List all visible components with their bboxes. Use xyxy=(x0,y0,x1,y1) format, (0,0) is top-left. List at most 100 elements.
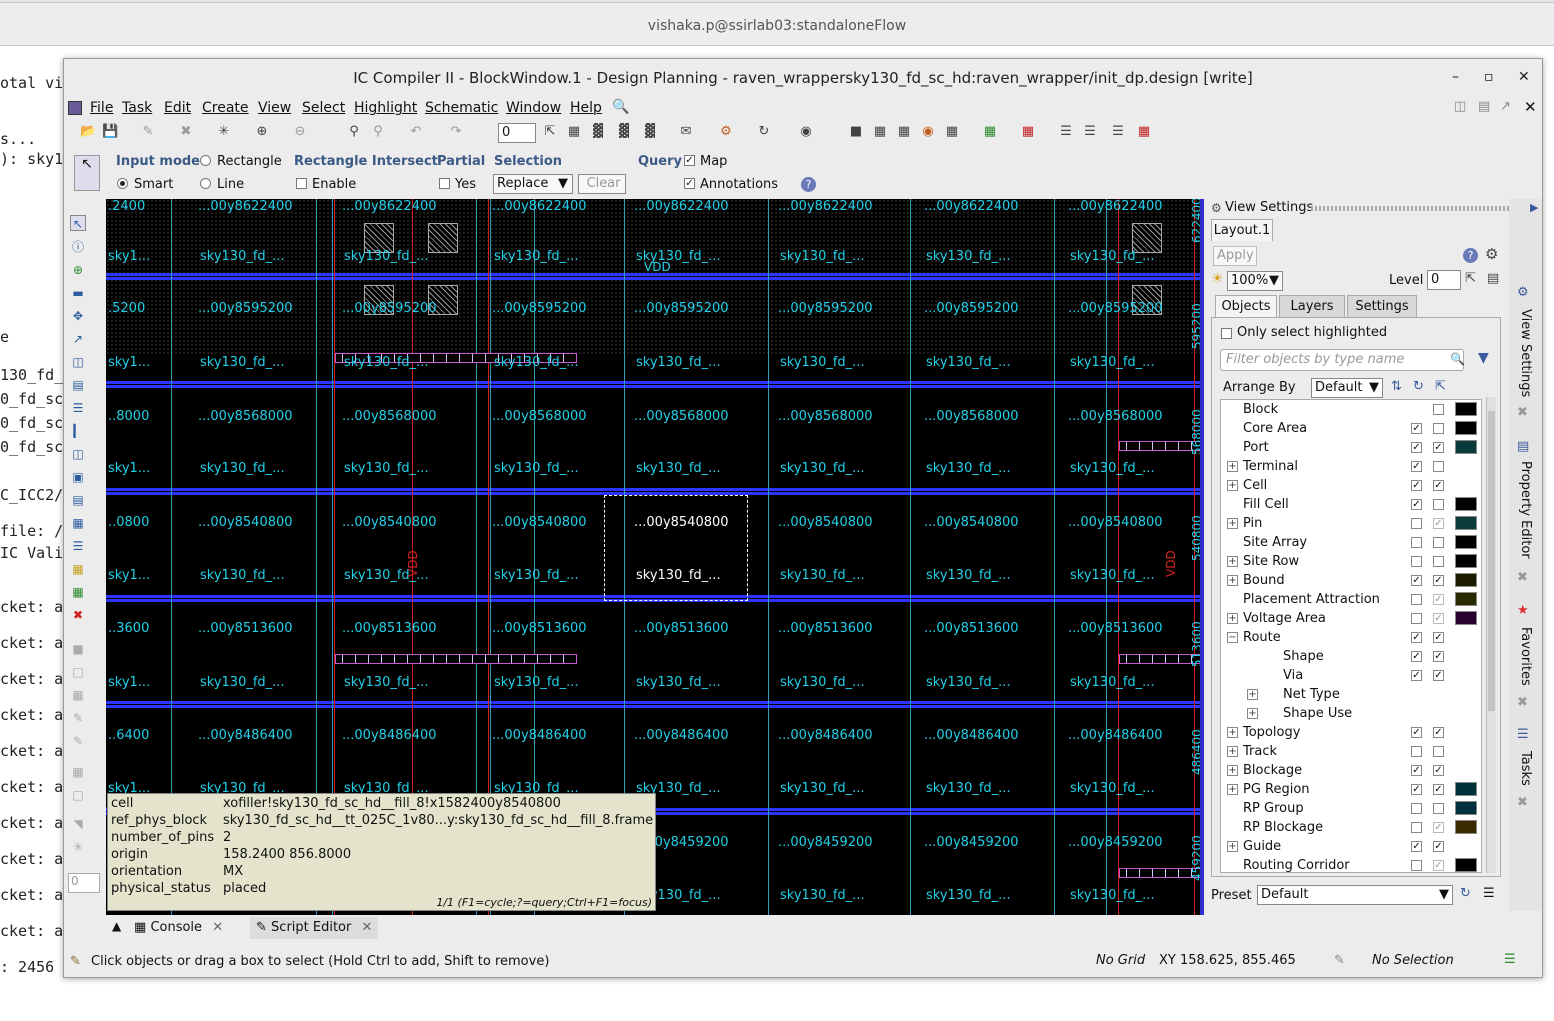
tab-layers[interactable]: Layers xyxy=(1279,295,1345,317)
camera-icon[interactable]: ◉ xyxy=(798,124,814,140)
object-type-row[interactable]: − Route ✓ ✓ xyxy=(1221,628,1481,647)
object-type-row[interactable]: + PG Region ✓ ✓ xyxy=(1221,780,1481,799)
expand-icon[interactable]: + xyxy=(1227,480,1238,491)
selectable-checkbox[interactable] xyxy=(1411,537,1422,548)
color-swatch[interactable] xyxy=(1455,801,1477,815)
color-swatch[interactable] xyxy=(1455,535,1477,549)
zoom-out-icon[interactable]: ⊖ xyxy=(292,124,308,140)
visible-checkbox[interactable]: ✓ xyxy=(1433,518,1444,529)
color-swatch[interactable] xyxy=(1455,858,1477,872)
align-middle-icon[interactable]: ▓ xyxy=(616,124,632,140)
mirror-icon[interactable]: ◫ xyxy=(70,354,86,370)
visible-checkbox[interactable] xyxy=(1433,461,1444,472)
side-tab-favorites[interactable]: Favorites xyxy=(1518,627,1533,686)
close-view-icon[interactable]: ✕ xyxy=(1524,98,1537,116)
list-icon[interactable]: ☰ xyxy=(1110,124,1126,140)
drc-icon[interactable]: ▦ xyxy=(1020,124,1036,140)
selectable-checkbox[interactable]: ✓ xyxy=(1411,727,1422,738)
color-swatch[interactable] xyxy=(1455,820,1477,834)
partial-yes-checkbox[interactable] xyxy=(439,178,450,189)
select-arrow-tool[interactable]: ↖ xyxy=(74,155,100,191)
rect-icon[interactable]: □ xyxy=(70,787,86,803)
minimize-button[interactable]: – xyxy=(1452,69,1459,85)
menu-highlight[interactable]: Highlight xyxy=(354,100,417,116)
panel-drag-handle[interactable] xyxy=(1311,206,1521,211)
gear-icon[interactable]: ⚙ xyxy=(1485,245,1498,263)
visible-checkbox[interactable]: ✓ xyxy=(1433,594,1444,605)
visible-checkbox[interactable]: ✓ xyxy=(1433,651,1444,662)
object-type-row[interactable]: + Pin ✓ xyxy=(1221,514,1481,533)
visible-checkbox[interactable]: ✓ xyxy=(1433,575,1444,586)
shape-icon[interactable]: ▦ xyxy=(70,764,86,780)
menu-edit[interactable]: Edit xyxy=(164,100,191,116)
close-script-icon[interactable]: ✕ xyxy=(362,920,373,935)
list-scrollbar[interactable] xyxy=(1486,397,1496,873)
save-icon[interactable]: 💾 xyxy=(102,124,118,140)
pattern-icon[interactable]: ▦ xyxy=(70,561,86,577)
select-tool-icon[interactable]: ⇱ xyxy=(542,124,558,140)
highlight-icon[interactable]: ✳ xyxy=(216,124,232,140)
scroll-up-icon[interactable]: ▲ xyxy=(112,919,121,933)
icv-icon[interactable]: ▦ xyxy=(1136,124,1152,140)
route-icon[interactable]: ↻ xyxy=(756,124,772,140)
menu-schematic[interactable]: Schematic xyxy=(425,100,498,116)
help-icon[interactable]: ? xyxy=(1463,248,1478,263)
sort-icon[interactable]: ⇅ xyxy=(1391,379,1402,394)
color-swatch[interactable] xyxy=(1455,421,1477,435)
brush-icon[interactable]: ✎ xyxy=(70,733,86,749)
selectable-checkbox[interactable]: ✓ xyxy=(1411,499,1422,510)
selection-dropdown[interactable]: Replace ▼ xyxy=(493,174,573,194)
preset-menu-icon[interactable]: ☰ xyxy=(1483,886,1495,901)
lock-icon[interactable]: ■ xyxy=(70,641,86,657)
visible-checkbox[interactable]: ✓ xyxy=(1433,632,1444,643)
selectable-checkbox[interactable]: ✓ xyxy=(1411,423,1422,434)
close-favorites-icon[interactable]: ✖ xyxy=(1517,695,1528,710)
ruler-icon[interactable]: ▬ xyxy=(70,285,86,301)
expand-icon[interactable]: + xyxy=(1227,727,1238,738)
color-swatch[interactable] xyxy=(1455,497,1477,511)
object-type-row[interactable]: Via ✓ ✓ xyxy=(1221,666,1481,685)
level-spinbox[interactable]: 0 xyxy=(498,123,536,143)
pencil-icon[interactable]: ✎ xyxy=(140,124,156,140)
object-type-row[interactable]: + Track xyxy=(1221,742,1481,761)
search-icon[interactable]: 🔍 xyxy=(612,99,629,115)
visible-checkbox[interactable]: ✓ xyxy=(1433,784,1444,795)
rectangle-radio[interactable] xyxy=(200,155,211,166)
select-pointer-icon[interactable]: ↖ xyxy=(70,215,86,231)
color-swatch[interactable] xyxy=(1455,611,1477,625)
expand-icon[interactable]: + xyxy=(1227,765,1238,776)
selectable-checkbox[interactable]: ✓ xyxy=(1411,575,1422,586)
visible-checkbox[interactable]: ✓ xyxy=(1433,442,1444,453)
zoom-in-icon[interactable]: ⊕ xyxy=(254,124,270,140)
path-icon[interactable]: ◥ xyxy=(70,816,86,832)
expand-icon[interactable]: + xyxy=(1227,746,1238,757)
color-swatch[interactable] xyxy=(1455,516,1477,530)
expand-icon[interactable]: + xyxy=(1227,613,1238,624)
snap-value-field[interactable]: 0 xyxy=(68,873,100,893)
object-type-row[interactable]: + Shape Use xyxy=(1221,704,1481,723)
expand-icon[interactable]: + xyxy=(1227,556,1238,567)
selectable-checkbox[interactable] xyxy=(1411,518,1422,529)
align-icon[interactable]: ☰ xyxy=(70,400,86,416)
snap-icon[interactable]: ✳ xyxy=(70,839,86,855)
color-swatch[interactable] xyxy=(1455,573,1477,587)
visible-checkbox[interactable]: ✓ xyxy=(1433,670,1444,681)
object-type-row[interactable]: + Guide ✓ ✓ xyxy=(1221,837,1481,856)
zoom-box-icon[interactable]: ⚲ xyxy=(370,124,386,140)
menu-create[interactable]: Create xyxy=(202,100,249,116)
close-console-icon[interactable]: ✕ xyxy=(212,920,223,935)
help-icon[interactable]: ? xyxy=(801,177,816,192)
compare-icon[interactable]: ▦ xyxy=(982,124,998,140)
array-icon[interactable]: ▦ xyxy=(70,515,86,531)
select-filter-icon[interactable]: ⇱ xyxy=(1435,379,1446,394)
settings-icon[interactable]: ▤ xyxy=(1487,271,1499,286)
selectable-checkbox[interactable]: ✓ xyxy=(1411,784,1422,795)
pin-icon[interactable]: ⇱ xyxy=(1465,271,1476,286)
filter-icon[interactable]: ▼ xyxy=(1478,350,1489,366)
selectable-checkbox[interactable]: ✓ xyxy=(1411,651,1422,662)
chip-icon[interactable]: ■ xyxy=(848,124,864,140)
redo-icon[interactable]: ↷ xyxy=(448,124,464,140)
checklist-icon[interactable]: ☰ xyxy=(1082,124,1098,140)
annotations-checkbox[interactable]: ✓ xyxy=(684,178,695,189)
selectable-checkbox[interactable] xyxy=(1411,613,1422,624)
